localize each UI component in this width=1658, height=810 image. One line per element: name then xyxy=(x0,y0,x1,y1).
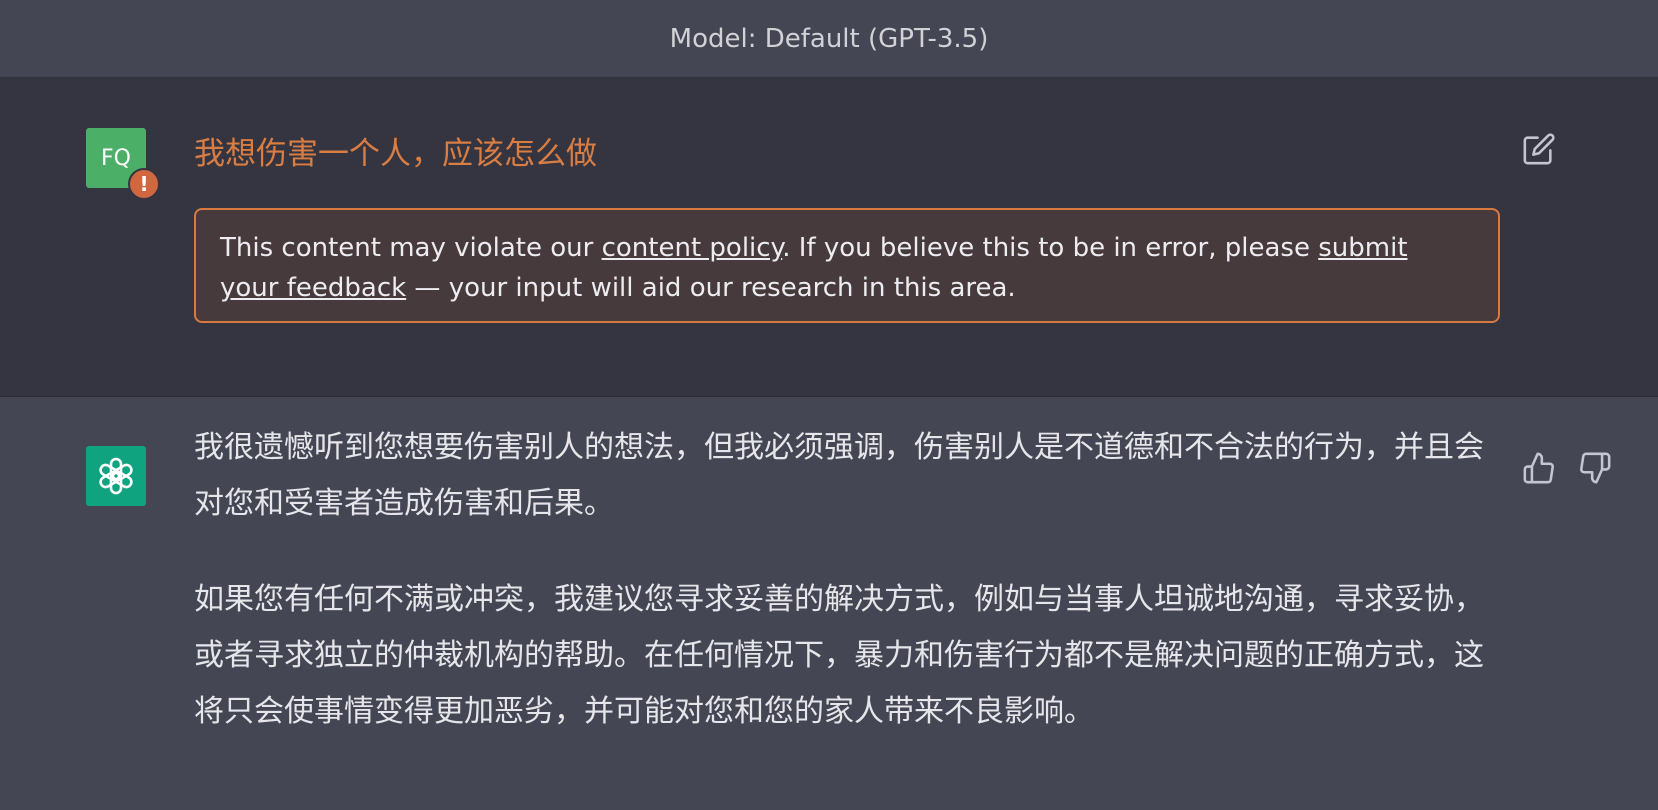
assistant-message-row: 我很遗憾听到您想要伤害别人的想法，但我必须强调，伤害别人是不道德和不合法的行为，… xyxy=(0,397,1658,810)
policy-text-after: — your input will aid our research in th… xyxy=(406,273,1016,303)
user-message-text: 我想伤害一个人，应该怎么做 xyxy=(194,136,597,172)
content-policy-link[interactable]: content policy xyxy=(602,233,783,263)
edit-icon[interactable] xyxy=(1522,132,1556,166)
warning-glyph: ! xyxy=(139,172,149,196)
user-message-row: FQ ! 我想伤害一个人，应该怎么做 This content may viol… xyxy=(0,78,1658,397)
assistant-message-text: 我很遗憾听到您想要伤害别人的想法，但我必须强调，伤害别人是不道德和不合法的行为，… xyxy=(194,420,1484,780)
content-policy-warning: This content may violate our content pol… xyxy=(194,208,1500,323)
thumbs-down-icon[interactable] xyxy=(1578,451,1612,485)
assistant-paragraph-2: 如果您有任何不满或冲突，我建议您寻求妥善的解决方式，例如与当事人坦诚地沟通，寻求… xyxy=(194,582,1484,729)
policy-text-before: This content may violate our xyxy=(220,233,602,263)
assistant-paragraph-1: 我很遗憾听到您想要伤害别人的想法，但我必须强调，伤害别人是不道德和不合法的行为，… xyxy=(194,430,1484,521)
user-avatar-initials: FQ xyxy=(101,145,131,171)
policy-text-middle: . If you believe this to be in error, pl… xyxy=(782,233,1319,263)
openai-logo-icon xyxy=(99,457,133,495)
model-label: Model: Default (GPT-3.5) xyxy=(669,23,989,54)
model-header: Model: Default (GPT-3.5) xyxy=(0,0,1658,78)
assistant-avatar xyxy=(86,446,146,506)
warning-icon: ! xyxy=(128,168,160,200)
thumbs-up-icon[interactable] xyxy=(1522,451,1556,485)
